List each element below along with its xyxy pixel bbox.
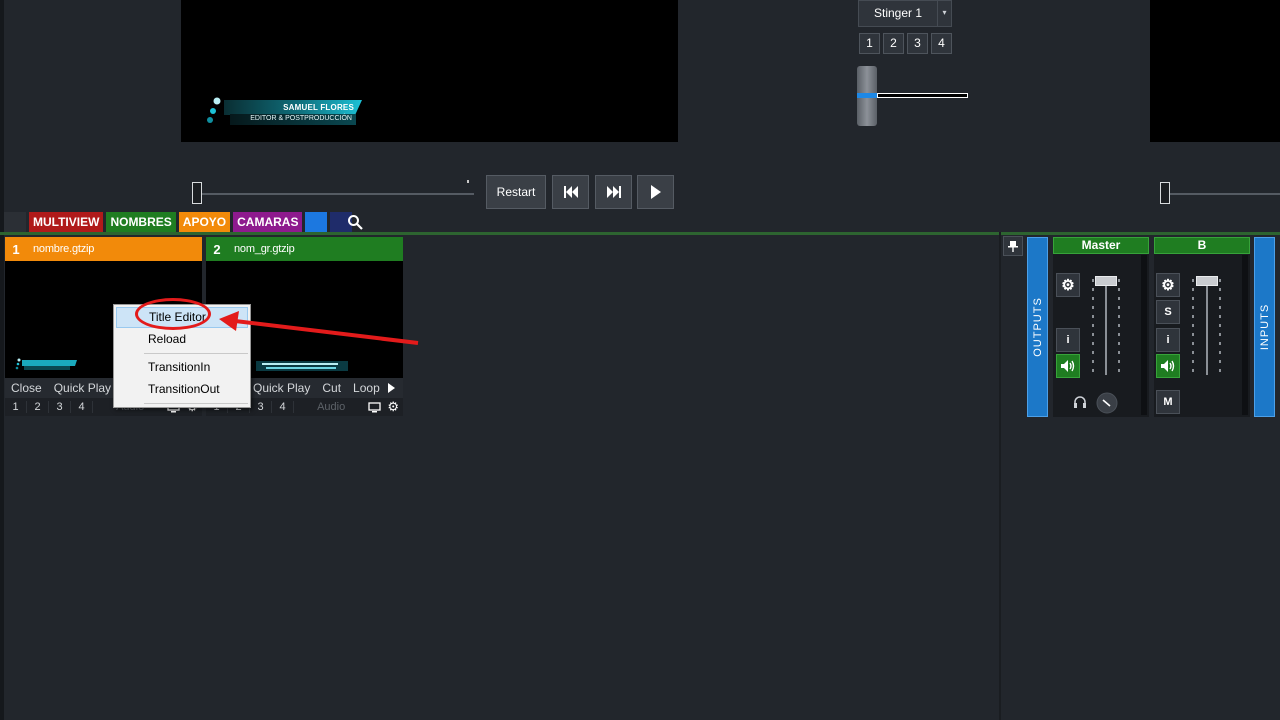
preview-scrub-track[interactable] — [198, 193, 474, 195]
overlay-button-4[interactable]: 4 — [71, 401, 93, 413]
lower-third-name: SAMUEL FLORES — [283, 103, 354, 112]
output-scrub-thumb[interactable] — [1160, 182, 1170, 204]
menu-item-transition-in[interactable]: TransitionIn — [116, 357, 248, 378]
preview-scrub-marker — [467, 180, 469, 183]
balance-knob[interactable] — [1096, 392, 1118, 414]
transition-number-buttons: 1 2 3 4 — [859, 33, 952, 54]
left-edge-strip — [0, 0, 4, 720]
skip-back-icon — [563, 186, 578, 198]
menu-item-transition-out[interactable]: TransitionOut — [116, 379, 248, 400]
fader-scale — [1118, 279, 1120, 377]
pin-icon — [1008, 241, 1018, 252]
gear-icon[interactable]: ⚙ — [1156, 273, 1180, 297]
annotation-circle — [135, 298, 211, 330]
input-number: 1 — [12, 241, 20, 257]
overlay-button-4[interactable]: 4 — [272, 401, 294, 413]
lower-third-thumbnail — [15, 358, 77, 370]
close-button[interactable]: Close — [5, 381, 48, 395]
input-name: nom_gr.gtzip — [234, 243, 295, 255]
skip-back-button[interactable] — [552, 175, 589, 209]
overlay-button-3[interactable]: 3 — [49, 401, 71, 413]
output-scrub-track[interactable] — [1168, 193, 1280, 195]
mixer-divider — [999, 232, 1001, 720]
level-meter — [1141, 255, 1147, 415]
input-name: nombre.gtzip — [33, 243, 95, 255]
headphones-icon[interactable] — [1073, 395, 1087, 409]
info-button[interactable]: i — [1156, 328, 1180, 352]
transition-button-2[interactable]: 2 — [883, 33, 904, 54]
tab-bar-underline — [0, 232, 1280, 235]
tab-blue[interactable] — [305, 212, 328, 232]
tab-all[interactable] — [4, 212, 26, 232]
lower-third-logo — [207, 97, 221, 123]
input-number: 2 — [213, 241, 221, 257]
transition-button-4[interactable]: 4 — [931, 33, 952, 54]
mute-toggle-button[interactable] — [1056, 354, 1080, 378]
solo-button[interactable]: S — [1156, 300, 1180, 324]
stinger-dropdown[interactable]: Stinger 1 ▾ — [858, 0, 952, 27]
audio-strip-master: Master ⚙ i — [1053, 237, 1149, 417]
menu-separator — [144, 403, 248, 404]
annotation-arrow — [219, 311, 419, 345]
skip-forward-icon — [606, 186, 621, 198]
tab-camaras[interactable]: CAMARAS — [233, 212, 303, 232]
search-icon[interactable] — [344, 212, 366, 232]
overlay-button-1[interactable]: 1 — [5, 401, 27, 413]
fader-scale — [1092, 279, 1094, 377]
speaker-icon — [1061, 360, 1075, 372]
level-meter — [1242, 255, 1248, 415]
mute-button[interactable]: M — [1156, 390, 1180, 414]
t-bar-indicator — [857, 93, 877, 98]
inputs-panel-toggle[interactable]: INPUTS — [1254, 237, 1275, 417]
volume-fader-track[interactable] — [1206, 279, 1208, 375]
volume-fader-track[interactable] — [1105, 279, 1107, 375]
pin-button[interactable] — [1003, 236, 1023, 256]
volume-fader-knob[interactable] — [1196, 276, 1218, 286]
input-header[interactable]: 2 nom_gr.gtzip — [206, 237, 403, 261]
tab-multiview[interactable]: MULTIVIEW — [29, 212, 104, 232]
t-bar-track[interactable] — [877, 93, 968, 98]
input-header[interactable]: 1 nombre.gtzip — [5, 237, 202, 261]
chevron-down-icon[interactable]: ▾ — [937, 1, 951, 26]
input-tab-bar: MULTIVIEW NOMBRES APOYO CAMARAS — [4, 212, 353, 232]
transition-button-3[interactable]: 3 — [907, 33, 928, 54]
cut-button[interactable]: Cut — [316, 381, 347, 395]
overlay-button-2[interactable]: 2 — [27, 401, 49, 413]
outputs-label: OUTPUTS — [1032, 297, 1044, 357]
skip-forward-button[interactable] — [595, 175, 632, 209]
transition-button-1[interactable]: 1 — [859, 33, 880, 54]
quick-play-button[interactable]: Quick Play — [48, 381, 117, 395]
output-window[interactable] — [1150, 0, 1280, 142]
menu-separator — [144, 353, 248, 354]
tab-apoyo[interactable]: APOYO — [178, 212, 231, 232]
play-icon — [650, 185, 661, 199]
restart-button[interactable]: Restart — [486, 175, 546, 209]
loop-button[interactable]: Loop — [347, 381, 386, 395]
gear-icon[interactable]: ⚙ — [387, 399, 399, 415]
monitor-icon[interactable] — [368, 401, 381, 413]
play-button[interactable] — [637, 175, 674, 209]
preview-scrub-thumb[interactable] — [192, 182, 202, 204]
fader-scale — [1192, 279, 1194, 377]
outputs-panel-toggle[interactable]: OUTPUTS — [1027, 237, 1048, 417]
info-button[interactable]: i — [1056, 328, 1080, 352]
tab-nombres[interactable]: NOMBRES — [106, 212, 176, 232]
strip-name: B — [1154, 237, 1250, 254]
gear-icon[interactable]: ⚙ — [1056, 273, 1080, 297]
audio-strip-b: B ⚙ S i M — [1154, 237, 1250, 417]
lower-third-thumbnail — [256, 361, 348, 371]
fader-scale — [1219, 279, 1221, 377]
inputs-label: INPUTS — [1259, 303, 1271, 351]
strip-name: Master — [1053, 237, 1149, 254]
volume-fader-knob[interactable] — [1095, 276, 1117, 286]
overlay-button-3[interactable]: 3 — [250, 401, 272, 413]
speaker-icon — [1161, 360, 1175, 372]
mute-toggle-button[interactable] — [1156, 354, 1180, 378]
stinger-label[interactable]: Stinger 1 — [859, 1, 937, 26]
lower-third-role: EDITOR & POSTPRODUCCIÓN — [250, 115, 352, 122]
audio-button[interactable]: Audio — [294, 401, 368, 413]
chevron-right-icon[interactable] — [386, 382, 396, 394]
